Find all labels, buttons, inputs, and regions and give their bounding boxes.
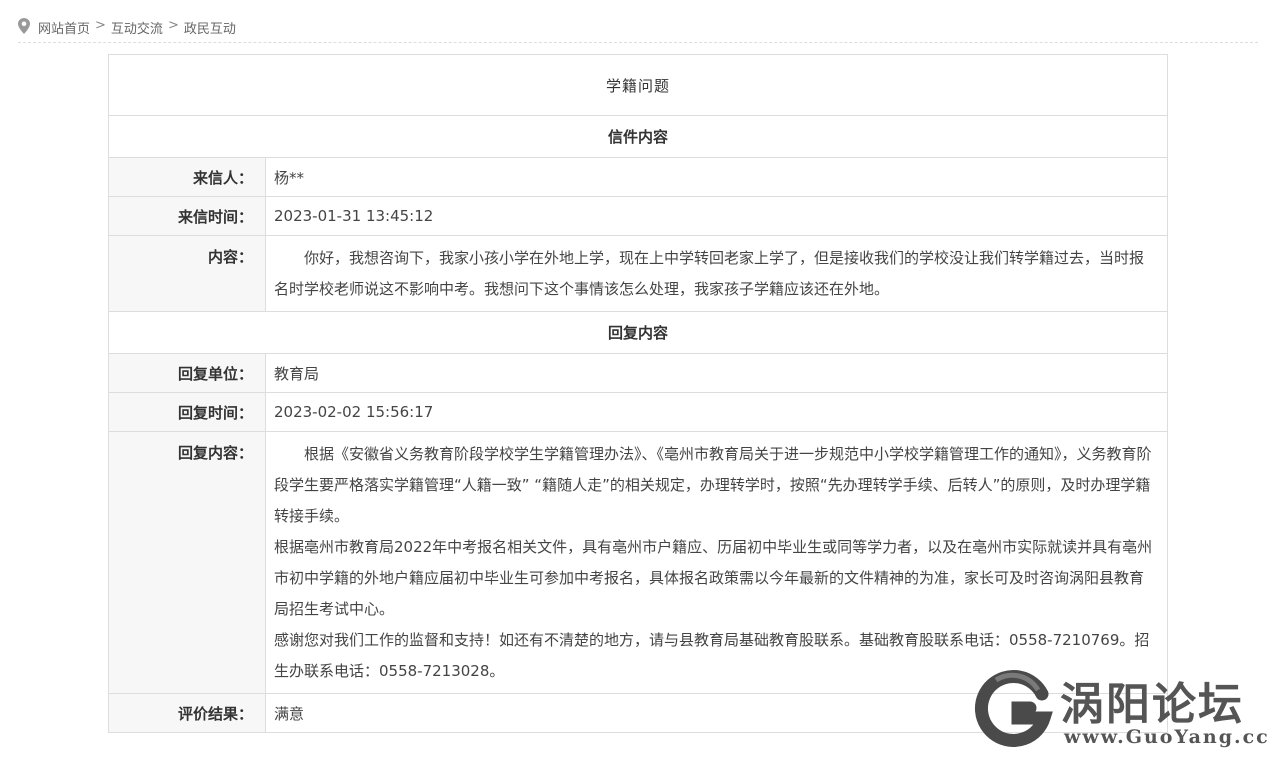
letter-time-value: 2023-01-31 13:45:12 xyxy=(265,196,1168,236)
breadcrumb-interaction-link[interactable]: 互动交流 xyxy=(111,18,163,37)
forum-watermark: 涡阳论坛 www.GuoYang.cc xyxy=(972,664,1268,754)
letter-section-row: 信件内容 xyxy=(108,115,1168,158)
breadcrumb: 网站首页 > 互动交流 > 政民互动 xyxy=(18,14,1258,43)
sender-row: 来信人： 杨** xyxy=(108,157,1168,197)
reply-time-value: 2023-02-02 15:56:17 xyxy=(265,392,1168,432)
reply-unit-label: 回复单位： xyxy=(108,353,266,393)
page-title: 学籍问题 xyxy=(108,54,1168,116)
reply-unit-value: 教育局 xyxy=(265,353,1168,393)
reply-paragraph: 根据亳州市教育局2022年中考报名相关文件，具有亳州市户籍应、历届初中毕业生或同… xyxy=(274,538,1153,618)
reply-content-cell: 根据《安徽省义务教育阶段学校学生学籍管理办法》、《亳州市教育局关于进一步规范中小… xyxy=(265,431,1168,694)
watermark-url: www.GuoYang.cc xyxy=(1064,726,1270,748)
reply-paragraph: 根据《安徽省义务教育阶段学校学生学籍管理办法》、《亳州市教育局关于进一步规范中小… xyxy=(274,445,1152,525)
breadcrumb-current-link[interactable]: 政民互动 xyxy=(184,18,236,37)
title-row: 学籍问题 xyxy=(108,54,1168,116)
breadcrumb-home-link[interactable]: 网站首页 xyxy=(38,18,90,37)
letter-content-label: 内容： xyxy=(108,235,266,312)
letter-content-text: 你好，我想咨询下，我家小孩小学在外地上学，现在上中学转回老家上学了，但是接收我们… xyxy=(274,249,1145,298)
sender-label: 来信人： xyxy=(108,157,266,197)
letter-section-heading: 信件内容 xyxy=(108,115,1168,158)
breadcrumb-separator: > xyxy=(167,18,179,33)
sender-value: 杨** xyxy=(265,157,1168,197)
reply-content-label: 回复内容： xyxy=(108,431,266,694)
reply-section-row: 回复内容 xyxy=(108,311,1168,354)
reply-unit-row: 回复单位： 教育局 xyxy=(108,353,1168,393)
letter-content-row: 内容： 你好，我想咨询下，我家小孩小学在外地上学，现在上中学转回老家上学了，但是… xyxy=(108,235,1168,312)
reply-time-label: 回复时间： xyxy=(108,392,266,432)
reply-content-row: 回复内容： 根据《安徽省义务教育阶段学校学生学籍管理办法》、《亳州市教育局关于进… xyxy=(108,431,1168,694)
evaluation-label: 评价结果： xyxy=(108,693,266,733)
location-pin-icon xyxy=(18,18,32,34)
watermark-title: 涡阳论坛 xyxy=(1060,679,1244,730)
letter-time-row: 来信时间： 2023-01-31 13:45:12 xyxy=(108,196,1168,236)
letter-content-cell: 你好，我想咨询下，我家小孩小学在外地上学，现在上中学转回老家上学了，但是接收我们… xyxy=(265,235,1168,312)
reply-section-heading: 回复内容 xyxy=(108,311,1168,354)
letter-time-label: 来信时间： xyxy=(108,196,266,236)
reply-time-row: 回复时间： 2023-02-02 15:56:17 xyxy=(108,392,1168,432)
breadcrumb-separator: > xyxy=(95,18,106,33)
letter-detail-table: 学籍问题 信件内容 来信人： 杨** 来信时间： 2023-01-31 13:4… xyxy=(108,54,1168,733)
